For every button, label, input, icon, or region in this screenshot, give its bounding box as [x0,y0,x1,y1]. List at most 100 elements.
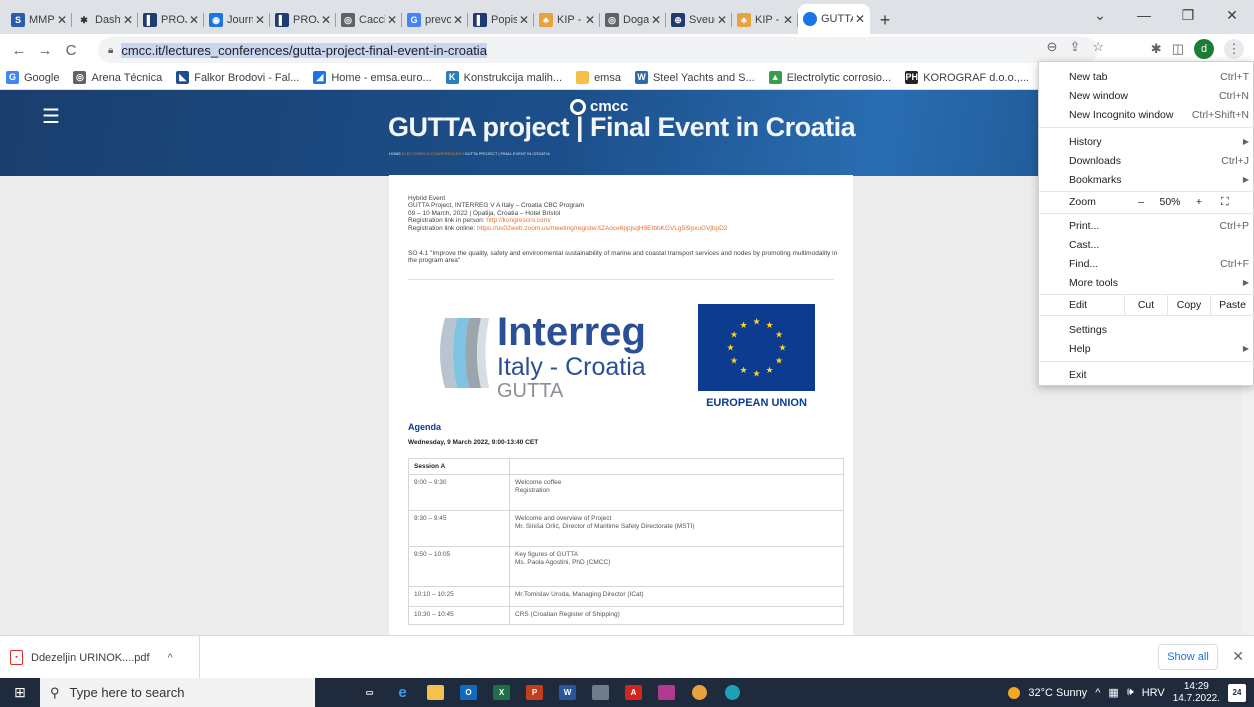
lock-icon[interactable]: 🔒︎ [108,45,113,56]
excel-icon[interactable]: X [485,678,518,707]
task-view-icon[interactable]: ▭ [353,678,386,707]
bookmark-item[interactable]: ◣ Falkor Brodovi - Fal... [176,71,299,84]
weather-text[interactable]: 32°C Sunny [1028,687,1087,699]
menu-print[interactable]: Print... Ctrl+P [1039,216,1254,235]
fullscreen-icon[interactable]: ⛶ [1221,196,1229,209]
download-item[interactable]: ▪ Ddezeljin URINOK....pdf ^ [10,636,200,679]
clock[interactable]: 14:29 14.7.2022. [1173,681,1220,705]
breadcrumb-section[interactable]: LECTURES & CONFERENCES [404,151,461,156]
word-icon[interactable]: W [551,678,584,707]
zoom-in-button[interactable]: + [1185,196,1213,208]
browser-tab[interactable]: ♣ KIP - I✕ [732,6,798,34]
share-icon[interactable]: ⇪ [1069,39,1080,55]
tab-close-icon[interactable]: ✕ [387,13,397,27]
bookmark-item[interactable]: PH KOROGRAF d.o.o.,... [905,71,1029,84]
bookmark-item[interactable]: ◎ Arena Técnica [73,71,162,84]
tab-close-icon[interactable]: ✕ [717,13,727,27]
internet-explorer-icon[interactable]: e [386,678,419,707]
minimize-button[interactable]: — [1122,0,1166,30]
bookmark-item[interactable]: ◢ Home - emsa.euro... [313,71,432,84]
menu-help[interactable]: Help ▶ [1039,339,1254,358]
tab-close-icon[interactable]: ✕ [453,13,463,27]
close-window-button[interactable]: ✕ [1210,0,1254,30]
chrome-icon[interactable] [683,678,716,707]
chevron-up-icon[interactable]: ^ [168,652,173,664]
new-tab-button[interactable]: + [870,6,900,34]
menu-find[interactable]: Find... Ctrl+F [1039,254,1254,273]
cut-button[interactable]: Cut [1124,294,1167,316]
reload-icon[interactable]: C [58,42,84,59]
bookmark-item[interactable]: ▲ Electrolytic corrosio... [768,71,891,84]
tab-close-icon[interactable]: ✕ [57,13,67,27]
tray-chevron-icon[interactable]: ^ [1095,687,1100,699]
menu-more-tools[interactable]: More tools ▶ [1039,273,1254,292]
browser-tab-active[interactable]: GUTTA✕ [798,4,870,34]
browser-tab[interactable]: ♣ KIP - I✕ [534,6,600,34]
network-icon[interactable]: ▦ [1108,686,1118,699]
browser-tab[interactable]: Gprevo ✕ [402,6,468,34]
bookmark-star-icon[interactable]: ☆ [1092,39,1104,55]
browser-tab[interactable]: ✱ Dasht ✕ [72,6,138,34]
windows-start-icon[interactable]: ⊞ [0,678,40,707]
menu-cast[interactable]: Cast... [1039,235,1254,254]
browser-tab[interactable]: ▌ Popis ✕ [468,6,534,34]
weather-sun-icon[interactable] [1008,686,1021,699]
browser-tab[interactable]: ◎ Dogad✕ [600,6,666,34]
profile-avatar[interactable]: d [1194,39,1214,59]
zoom-out-button[interactable]: – [1127,196,1155,208]
menu-settings[interactable]: Settings [1039,320,1254,339]
menu-exit[interactable]: Exit [1039,365,1254,384]
browser-tab[interactable]: ▌ PROJE✕ [138,6,204,34]
bookmark-item[interactable]: emsa [576,71,621,84]
bookmark-item[interactable]: W Steel Yachts and S... [634,71,755,84]
browser-tab[interactable]: ⊕ Sveuč✕ [666,6,732,34]
tab-close-icon[interactable]: ✕ [783,13,793,27]
forward-icon[interactable]: → [32,42,58,59]
url-text[interactable]: cmcc.it/lectures_conferences/gutta-proje… [121,42,487,58]
tab-close-icon[interactable]: ✕ [519,13,529,27]
bookmark-item[interactable]: G Google [6,71,59,84]
restore-button[interactable]: ❐ [1166,0,1210,30]
menu-kebab-icon[interactable]: ⋮ [1224,39,1244,59]
tab-close-icon[interactable]: ✕ [123,13,133,27]
close-download-bar-icon[interactable]: ✕ [1232,648,1244,665]
taskbar-search[interactable]: ⚲ Type here to search [40,678,315,707]
acrobat-icon[interactable]: A [617,678,650,707]
bookmark-item[interactable]: K Konstrukcija malih... [445,71,562,84]
tab-close-icon[interactable]: ✕ [189,13,199,27]
tab-search-icon[interactable]: ⌄ [1078,0,1122,30]
hamburger-menu-icon[interactable]: ☰ [42,104,60,129]
language-indicator[interactable]: HRV [1142,687,1165,699]
copy-button[interactable]: Copy [1167,294,1210,316]
menu-history[interactable]: History ▶ [1039,132,1254,151]
menu-new-tab[interactable]: New tab Ctrl+T [1039,67,1254,86]
browser-tab[interactable]: ▌ PROJE✕ [270,6,336,34]
address-bar[interactable]: 🔒︎ cmcc.it/lectures_conferences/gutta-pr… [98,37,1098,63]
menu-incognito[interactable]: New Incognito window Ctrl+Shift+N [1039,105,1254,124]
side-panel-icon[interactable]: ◫ [1172,41,1184,57]
file-explorer-icon[interactable] [419,678,452,707]
edge-icon[interactable] [716,678,749,707]
tab-close-icon[interactable]: ✕ [651,13,661,27]
outlook-icon[interactable]: O [452,678,485,707]
paste-button[interactable]: Paste [1210,294,1254,316]
menu-downloads[interactable]: Downloads Ctrl+J [1039,151,1254,170]
browser-tab[interactable]: ◎ Caccia✕ [336,6,402,34]
back-icon[interactable]: ← [6,42,32,59]
volume-icon[interactable]: 🕪︎ [1127,686,1134,699]
tab-close-icon[interactable]: ✕ [855,12,865,26]
browser-tab[interactable]: ◉ Journ ✕ [204,6,270,34]
tab-close-icon[interactable]: ✕ [321,13,331,27]
tab-close-icon[interactable]: ✕ [585,13,595,27]
extensions-icon[interactable]: ✱ [1151,41,1162,57]
menu-bookmarks[interactable]: Bookmarks ▶ [1039,170,1254,189]
zoom-icon[interactable]: ⊖ [1047,39,1058,55]
tab-close-icon[interactable]: ✕ [255,13,265,27]
breadcrumb-home[interactable]: HOME [389,151,401,156]
reg-online-link[interactable]: https://us02web.zoom.us/meeting/register… [477,225,727,232]
powerpoint-icon[interactable]: P [518,678,551,707]
notification-icon[interactable]: 24 [1228,683,1246,702]
browser-tab[interactable]: S MMPI ✕ [6,6,72,34]
camera-icon[interactable] [584,678,617,707]
paint-app-icon[interactable] [650,678,683,707]
